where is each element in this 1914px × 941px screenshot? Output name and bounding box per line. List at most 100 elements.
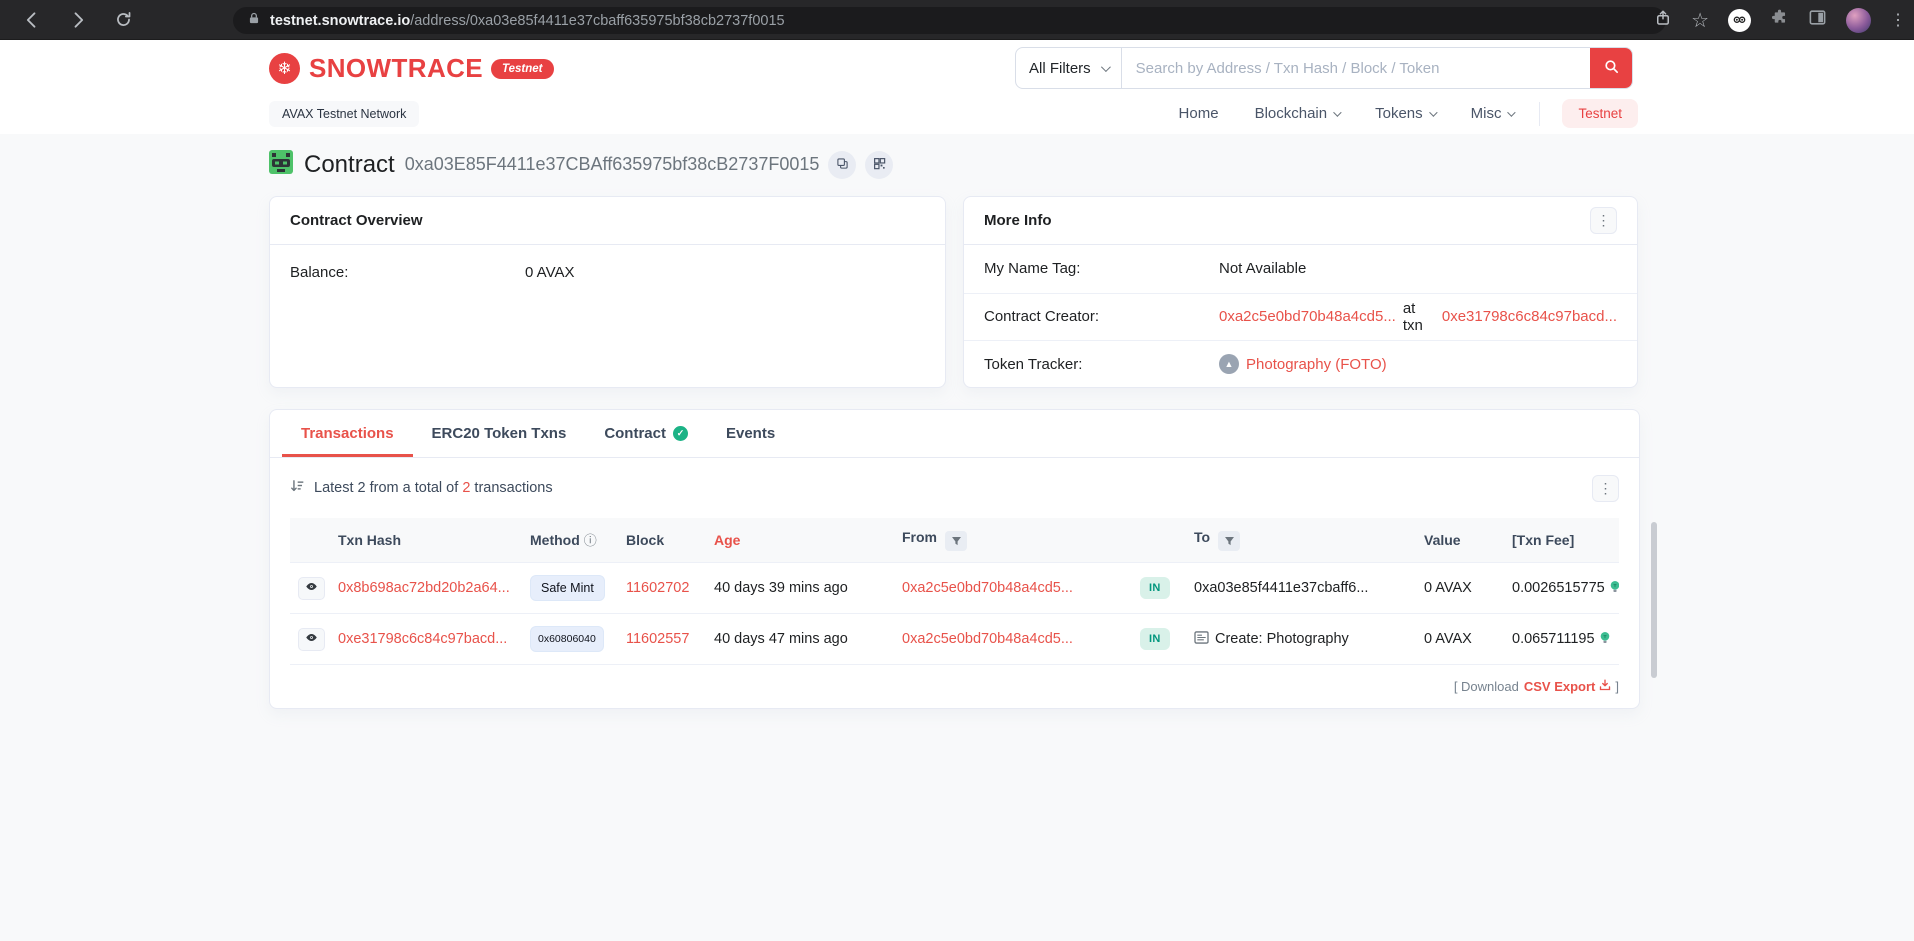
forward-icon[interactable] (68, 10, 88, 30)
filter-to-button[interactable] (1218, 531, 1240, 551)
sidebar-icon[interactable] (1808, 8, 1827, 32)
search-filter-dropdown[interactable]: All Filters (1016, 48, 1122, 88)
contract-overview-card: Contract Overview Balance: 0 AVAX (269, 196, 946, 388)
token-logo-icon: ▲ (1219, 354, 1239, 374)
name-tag-row: My Name Tag: Not Available (964, 245, 1637, 293)
tabs-row: Transactions ERC20 Token Txns Contract✓ … (270, 410, 1639, 458)
screen: testnet.snowtrace.io/address/0xa03e85f44… (0, 0, 1914, 941)
info-icon[interactable]: ⓘ (584, 533, 597, 548)
profile-avatar[interactable] (1846, 8, 1871, 33)
eye-icon (305, 631, 318, 647)
contract-identicon (269, 150, 293, 179)
reload-icon[interactable] (114, 10, 133, 29)
contract-creator-row: Contract Creator: 0xa2c5e0bd70b48a4cd5..… (964, 293, 1637, 341)
search-filter-label: All Filters (1029, 60, 1091, 77)
nav-blockchain[interactable]: Blockchain (1255, 105, 1340, 122)
download-prefix: [ Download (1454, 679, 1519, 694)
balance-row: Balance: 0 AVAX (290, 264, 925, 281)
browser-nav-buttons (22, 10, 133, 30)
download-suffix: ] (1615, 679, 1619, 694)
search-button[interactable] (1590, 48, 1632, 88)
more-info-menu-button[interactable]: ⋮ (1590, 207, 1617, 234)
creator-connector: at txn (1403, 300, 1435, 334)
top-nav: Home Blockchain Tokens Misc Testnet (1143, 99, 1638, 128)
tab-erc20-token-txns[interactable]: ERC20 Token Txns (413, 410, 586, 457)
share-icon[interactable] (1654, 8, 1672, 33)
age-value: 40 days 47 mins ago (714, 631, 848, 647)
col-txn-hash: Txn Hash (330, 518, 522, 563)
token-tracker-link[interactable]: Photography (FOTO) (1246, 356, 1387, 373)
verified-check-icon: ✓ (673, 426, 688, 441)
browser-menu-icon[interactable]: ⋮ (1890, 10, 1906, 30)
chevron-down-icon (1333, 108, 1341, 116)
contract-address: 0xa03E85F4411e37CBAff635975bf38cB2737F00… (405, 154, 820, 175)
tab-transactions[interactable]: Transactions (282, 410, 413, 457)
qr-code-button[interactable] (865, 151, 893, 179)
transactions-summary-text: Latest 2 from a total of 2 transactions (314, 480, 553, 496)
nav-divider (1539, 102, 1540, 126)
snowflake-logo-icon: ❄ (269, 53, 300, 84)
bookmark-star-icon[interactable]: ☆ (1691, 8, 1709, 33)
txn-fee-value: 0.0026515775 (1512, 580, 1605, 596)
direction-badge: IN (1140, 577, 1170, 599)
transactions-menu-button[interactable]: ⋮ (1592, 475, 1619, 502)
tab-events[interactable]: Events (707, 410, 794, 457)
tx-preview-button[interactable] (298, 577, 325, 600)
transaction-row: 0xe31798c6c84c97bacd... 0x60806040 11602… (290, 613, 1619, 665)
col-txn-fee: [Txn Fee] (1504, 518, 1619, 563)
from-address-link[interactable]: 0xa2c5e0bd70b48a4cd5... (902, 631, 1073, 647)
nav-tokens[interactable]: Tokens (1375, 105, 1435, 122)
value-cell: 0 AVAX (1424, 580, 1472, 596)
block-link[interactable]: 11602557 (626, 631, 689, 647)
brand-testnet-badge: Testnet (491, 59, 553, 79)
direction-badge: IN (1140, 628, 1170, 650)
table-header-row: Txn Hash Methodⓘ Block Age From To Value… (290, 518, 1619, 563)
url-path: /address/0xa03e85f4411e37cbaff635975bf38… (410, 13, 784, 29)
tab-contract[interactable]: Contract✓ (585, 410, 707, 457)
creator-address-link[interactable]: 0xa2c5e0bd70b48a4cd5... (1219, 308, 1396, 325)
tx-preview-button[interactable] (298, 628, 325, 651)
more-info-title: More Info (984, 212, 1052, 229)
transaction-row: 0x8b698ac72bd20b2a64... Safe Mint 116027… (290, 562, 1619, 613)
txn-hash-link[interactable]: 0xe31798c6c84c97bacd... (338, 631, 507, 647)
filter-from-button[interactable] (945, 531, 967, 551)
extensions-puzzle-icon[interactable] (1770, 8, 1789, 32)
chevron-down-icon (1508, 108, 1516, 116)
creator-txn-link[interactable]: 0xe31798c6c84c97bacd... (1442, 308, 1617, 325)
nav-misc[interactable]: Misc (1471, 105, 1514, 122)
gas-bulb-icon[interactable] (1609, 580, 1619, 596)
csv-export-link[interactable]: CSV Export (1524, 679, 1612, 694)
back-icon[interactable] (22, 10, 42, 30)
kebab-menu-icon: ⋮ (1599, 480, 1613, 497)
snowtrace-logo[interactable]: ❄ SNOWTRACE Testnet (269, 53, 554, 84)
lock-icon (247, 11, 261, 31)
contract-overview-header: Contract Overview (270, 197, 945, 245)
nav-home[interactable]: Home (1179, 105, 1219, 122)
browser-toolbar-right: ☆ ⋮ (1654, 0, 1906, 40)
col-age[interactable]: Age (706, 518, 894, 563)
page-title: Contract (304, 151, 395, 179)
txn-hash-link[interactable]: 0x8b698ac72bd20b2a64... (338, 580, 510, 596)
eye-icon (305, 580, 318, 596)
from-address-link[interactable]: 0xa2c5e0bd70b48a4cd5... (902, 580, 1073, 596)
contract-overview-body: Balance: 0 AVAX (270, 245, 945, 300)
copy-address-button[interactable] (828, 151, 856, 179)
contract-create-icon (1194, 631, 1209, 648)
network-chip: AVAX Testnet Network (269, 101, 419, 127)
testnet-network-button[interactable]: Testnet (1562, 99, 1638, 128)
scrollbar-thumb[interactable] (1651, 522, 1657, 678)
age-value: 40 days 39 mins ago (714, 580, 848, 596)
gas-bulb-icon[interactable] (1599, 631, 1611, 647)
more-info-header: More Info ⋮ (964, 197, 1637, 245)
search-icon (1603, 58, 1620, 78)
contract-creator-label: Contract Creator: (984, 308, 1219, 325)
address-bar[interactable]: testnet.snowtrace.io/address/0xa03e85f44… (233, 7, 1666, 34)
block-link[interactable]: 11602702 (626, 580, 689, 596)
extension-owl-icon[interactable] (1728, 9, 1751, 32)
transactions-card: Transactions ERC20 Token Txns Contract✓ … (269, 409, 1640, 709)
main-content: Contract 0xa03E85F4411e37CBAff635975bf38… (0, 134, 1914, 941)
url-domain: testnet.snowtrace.io (270, 13, 410, 29)
chevron-down-icon (1429, 108, 1437, 116)
search-input[interactable] (1122, 48, 1590, 88)
col-value: Value (1416, 518, 1504, 563)
